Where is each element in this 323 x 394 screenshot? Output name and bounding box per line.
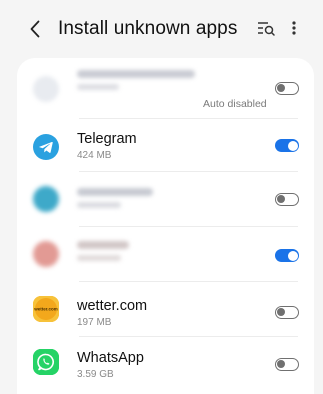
wetter-icon: wetter.com [33, 296, 59, 322]
app-row[interactable] [17, 227, 314, 281]
more-vert-icon [292, 21, 296, 35]
blurred-app-name [77, 70, 195, 78]
install-permission-toggle[interactable] [275, 358, 299, 371]
more-options-button[interactable] [288, 18, 300, 38]
app-name: wetter.com [77, 298, 148, 314]
chevron-left-icon [30, 20, 40, 38]
back-button[interactable] [26, 14, 44, 44]
app-row-whatsapp[interactable]: WhatsApp 3.59 GB [17, 337, 314, 394]
app-name: WhatsApp [77, 350, 144, 366]
svg-text:wetter.com: wetter.com [33, 307, 58, 312]
list-search-icon [258, 22, 275, 36]
apps-list: Auto disabled Telegram 424 MB wetter.com… [17, 58, 314, 394]
blurred-app-size [77, 84, 119, 90]
telegram-icon [33, 134, 59, 160]
blurred-app-icon [33, 241, 59, 267]
blurred-app-size [77, 202, 121, 208]
install-permission-toggle[interactable] [275, 139, 299, 152]
page-title: Install unknown apps [58, 18, 238, 39]
app-size: 197 MB [77, 317, 112, 328]
app-row[interactable]: Auto disabled [17, 58, 314, 118]
search-button[interactable] [256, 18, 276, 38]
blurred-app-icon [33, 186, 59, 212]
top-app-bar: Install unknown apps [0, 0, 323, 58]
blurred-app-size [77, 255, 121, 261]
install-permission-toggle[interactable] [275, 249, 299, 262]
app-size: 424 MB [77, 150, 112, 161]
blurred-app-name [77, 241, 129, 249]
app-name: Telegram [77, 131, 137, 147]
install-permission-toggle[interactable] [275, 82, 299, 95]
install-permission-toggle[interactable] [275, 193, 299, 206]
app-size: 3.59 GB [77, 369, 114, 380]
app-row-wetter[interactable]: wetter.com wetter.com 197 MB [17, 282, 314, 336]
whatsapp-icon [33, 349, 59, 375]
blurred-app-icon [33, 76, 59, 102]
blurred-app-name [77, 188, 153, 196]
app-row[interactable] [17, 172, 314, 226]
app-row-telegram[interactable]: Telegram 424 MB [17, 119, 314, 171]
auto-disabled-label: Auto disabled [203, 98, 267, 110]
install-permission-toggle[interactable] [275, 306, 299, 319]
